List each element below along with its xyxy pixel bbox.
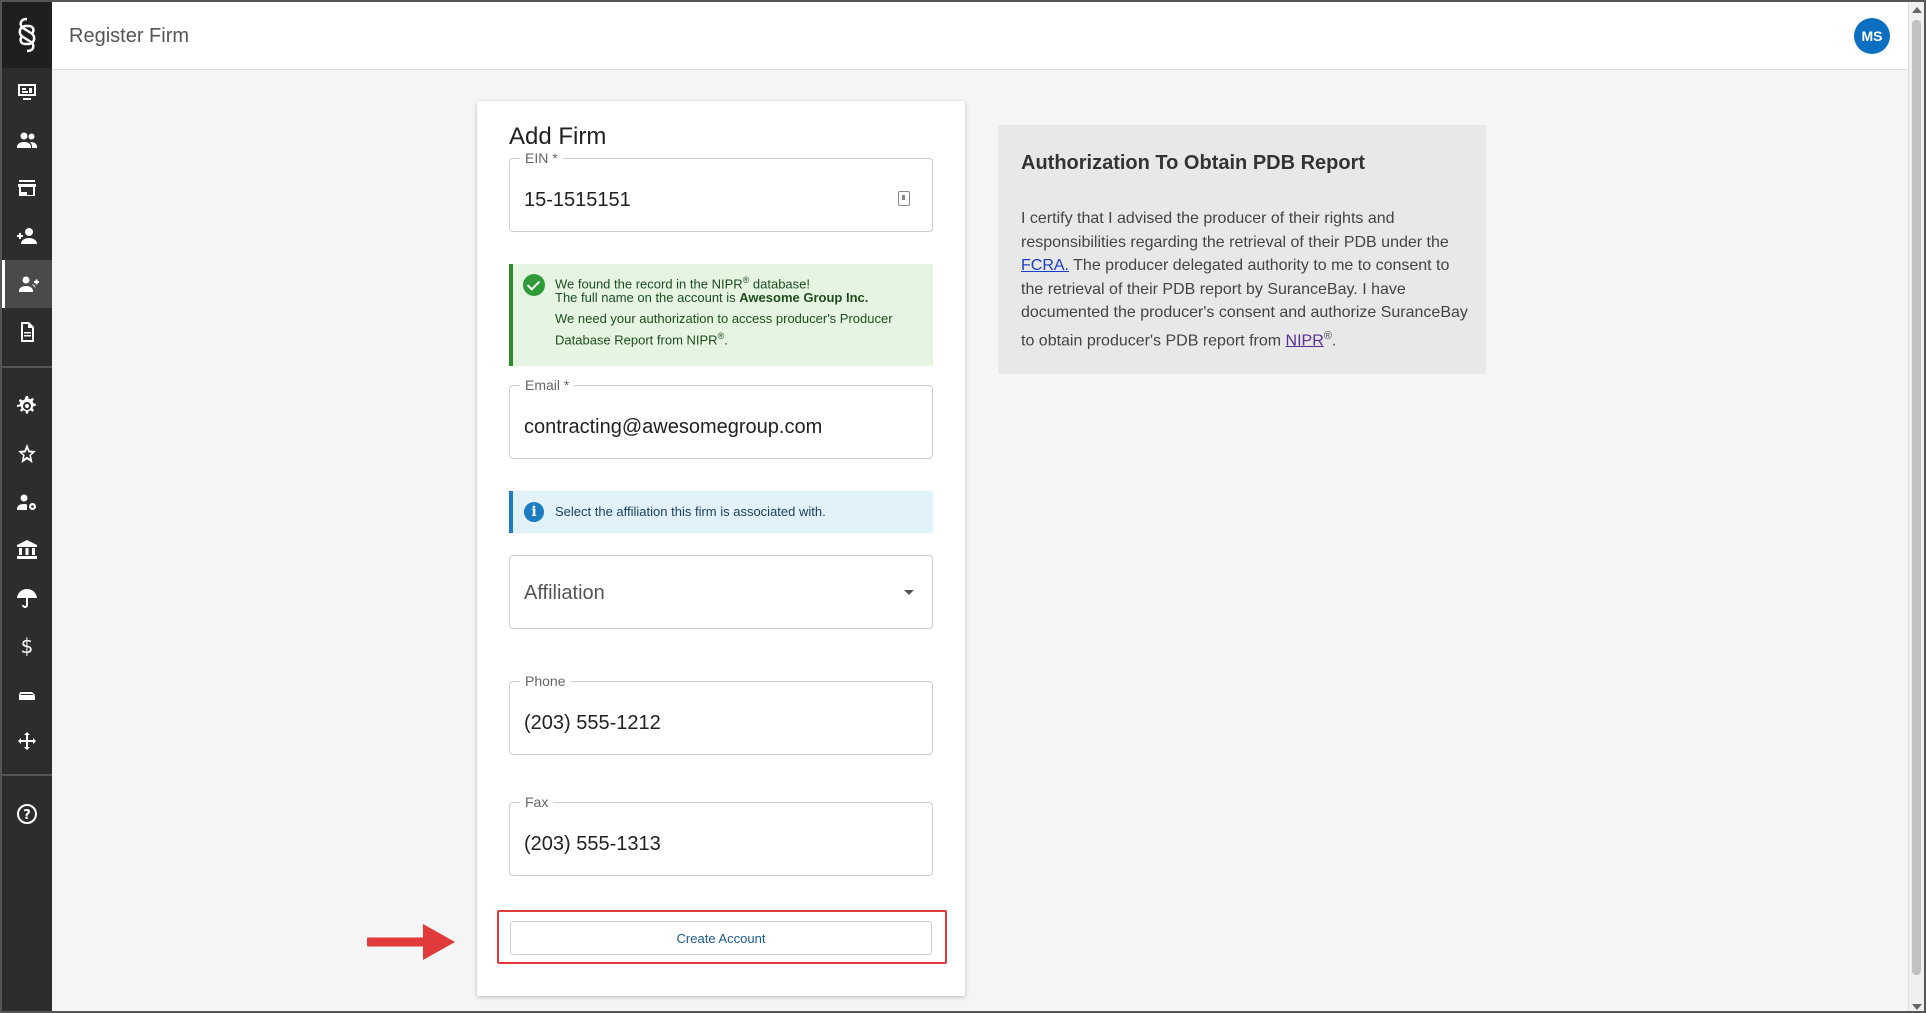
page-title: Register Firm (69, 25, 190, 47)
firm-full-name: Awesome Group Inc. (739, 290, 869, 305)
chevron-down-icon[interactable] (904, 590, 914, 595)
sidebar-item-badges[interactable] (2, 430, 52, 478)
document-icon (21, 322, 34, 342)
email-field[interactable]: Email * contracting@awesomegroup.com (509, 377, 933, 459)
add-firm-card: Add Firm EIN * 15-1515151 We found the r… (477, 101, 965, 996)
star-badge-icon (18, 444, 36, 463)
authorization-text: I certify that I advised the producer of… (1021, 210, 1468, 349)
email-label: Email * (520, 377, 575, 393)
sidebar-item-umbrella[interactable] (2, 574, 52, 622)
gear-icon (17, 396, 36, 414)
sidebar-item-settings[interactable] (2, 382, 52, 430)
nipr-link[interactable]: NIPR (1286, 332, 1324, 349)
affiliation-placeholder: Affiliation (524, 582, 605, 604)
printer-icon (19, 692, 35, 700)
phone-field[interactable]: Phone (203) 555-1212 (509, 673, 933, 755)
alert-line: Database Report from NIPR®. (555, 331, 728, 348)
ein-value[interactable]: 15-1515151 (524, 189, 631, 212)
store-icon (18, 180, 36, 196)
add-person-icon (17, 228, 37, 244)
scroll-down-icon[interactable] (1912, 1004, 1922, 1010)
card-title: Add Firm (509, 123, 607, 150)
logo-icon (18, 17, 36, 53)
affiliation-select[interactable]: Affiliation (509, 555, 933, 629)
scroll-up-icon[interactable] (1912, 7, 1922, 13)
sidebar-divider (2, 366, 52, 368)
people-icon (17, 132, 37, 148)
sidebar-item-dashboard[interactable] (2, 68, 52, 116)
user-settings-icon (17, 494, 36, 510)
info-text: Select the affiliation this firm is asso… (555, 504, 826, 519)
check-circle-icon (523, 274, 545, 296)
add-group-icon (18, 276, 39, 292)
phone-label: Phone (520, 673, 571, 689)
info-icon: i (524, 502, 544, 522)
fax-value[interactable]: (203) 555-1313 (524, 833, 661, 856)
top-header: Register Firm MS (52, 2, 1924, 70)
pointer-arrow-icon (367, 924, 455, 960)
sidebar-item-documents[interactable] (2, 308, 52, 356)
umbrella-icon (17, 589, 37, 608)
sidebar-item-user-settings[interactable] (2, 478, 52, 526)
dollar-icon: $ (21, 634, 34, 658)
sidebar-item-store[interactable] (2, 164, 52, 212)
ein-field[interactable]: EIN * 15-1515151 (509, 150, 933, 232)
fax-label: Fax (520, 794, 554, 810)
fax-field[interactable]: Fax (203) 555-1313 (509, 794, 933, 876)
sidebar-item-people[interactable] (2, 116, 52, 164)
autofill-icon[interactable] (898, 191, 910, 206)
authorization-title: Authorization To Obtain PDB Report (1021, 152, 1366, 174)
help-icon: ? (17, 804, 37, 824)
sidebar-item-add-group[interactable] (2, 260, 52, 308)
dashboard-icon (18, 84, 36, 100)
vertical-scrollbar[interactable] (1908, 2, 1924, 1011)
sidebar-item-print[interactable] (2, 670, 52, 718)
sidebar-item-help[interactable]: ? (2, 790, 52, 838)
sidebar-item-add-person[interactable] (2, 212, 52, 260)
nipr-success-alert: We found the record in the NIPR® databas… (509, 264, 933, 366)
sidebar-divider (2, 774, 52, 776)
sidebar-item-move[interactable] (2, 718, 52, 766)
avatar[interactable]: MS (1854, 18, 1890, 54)
authorization-panel: Authorization To Obtain PDB Report I cer… (998, 125, 1486, 374)
ein-label: EIN * (520, 150, 563, 166)
sidebar-item-bank[interactable] (2, 526, 52, 574)
bank-icon (17, 540, 37, 559)
fcra-link[interactable]: FCRA. (1021, 257, 1069, 274)
app-logo[interactable] (2, 2, 52, 68)
alert-line: We need your authorization to access pro… (555, 311, 893, 326)
sidebar: $ ? (2, 2, 52, 1011)
app-window: $ ? Register Firm MS Add Firm EIN * 15-1… (0, 0, 1926, 1013)
sidebar-item-finance[interactable]: $ (2, 622, 52, 670)
alert-line: The full name on the account is Awesome … (555, 290, 869, 305)
scroll-thumb[interactable] (1912, 20, 1921, 975)
highlight-box (497, 910, 947, 964)
affiliation-info-alert: i Select the affiliation this firm is as… (509, 491, 933, 533)
email-value[interactable]: contracting@awesomegroup.com (524, 416, 822, 439)
move-arrows-icon (18, 732, 36, 750)
svg-text:$: $ (21, 634, 34, 658)
phone-value[interactable]: (203) 555-1212 (524, 712, 661, 735)
svg-text:?: ? (23, 808, 31, 823)
